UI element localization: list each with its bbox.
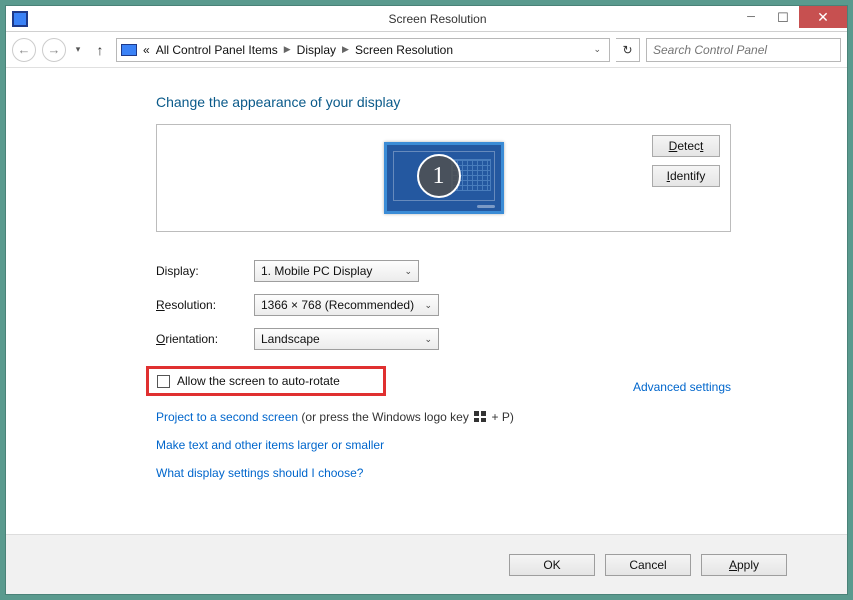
apply-button[interactable]: Apply xyxy=(701,554,787,576)
orientation-select[interactable]: Landscape ⌄ xyxy=(254,328,439,350)
chevron-down-icon: ⌄ xyxy=(424,300,432,311)
advanced-settings-link[interactable]: Advanced settings xyxy=(633,380,731,394)
monitor-number: 1 xyxy=(433,163,445,190)
display-value: 1. Mobile PC Display xyxy=(261,264,372,278)
resolution-label: Resolution: xyxy=(156,298,254,312)
window: Screen Resolution ─ ☐ ✕ ← → ▾ ↑ « All Co… xyxy=(5,5,848,595)
display-label: Display: xyxy=(156,264,254,278)
monitor-thumbnail[interactable]: 1 xyxy=(384,142,504,214)
windows-key-icon xyxy=(474,411,486,422)
page-title: Change the appearance of your display xyxy=(156,94,731,110)
project-hint-tail: + P) xyxy=(492,410,514,424)
window-title: Screen Resolution xyxy=(28,12,847,26)
make-text-larger-link[interactable]: Make text and other items larger or smal… xyxy=(156,438,384,452)
app-icon xyxy=(12,11,28,27)
up-button[interactable]: ↑ xyxy=(90,38,110,62)
resolution-value: 1366 × 768 (Recommended) xyxy=(261,298,414,312)
history-dropdown[interactable]: ▾ xyxy=(72,38,84,62)
display-icon xyxy=(121,44,137,56)
back-button[interactable]: ← xyxy=(12,38,36,62)
display-preview-box: 1 Detect Identify Detect Identify xyxy=(156,124,731,232)
titlebar: Screen Resolution ─ ☐ ✕ xyxy=(6,6,847,32)
orientation-value: Landscape xyxy=(261,332,320,346)
content-area: Change the appearance of your display 1 … xyxy=(6,68,847,480)
orientation-label: Orientation: xyxy=(156,332,254,346)
maximize-button[interactable]: ☐ xyxy=(767,6,799,28)
cancel-button[interactable]: Cancel xyxy=(605,554,691,576)
chevron-down-icon: ⌄ xyxy=(424,334,432,345)
breadcrumb-item[interactable]: Screen Resolution xyxy=(355,43,453,57)
address-box[interactable]: « All Control Panel Items ▶ Display ▶ Sc… xyxy=(116,38,610,62)
close-button[interactable]: ✕ xyxy=(799,6,847,28)
breadcrumb-item[interactable]: All Control Panel Items xyxy=(156,43,278,57)
autorotate-checkbox[interactable] xyxy=(157,375,170,388)
resolution-select[interactable]: 1366 × 768 (Recommended) ⌄ xyxy=(254,294,439,316)
identify-button[interactable]: Identify xyxy=(652,165,720,187)
search-input[interactable] xyxy=(646,38,841,62)
breadcrumb-item[interactable]: Display xyxy=(297,43,336,57)
detect-button[interactable]: Detect xyxy=(652,135,720,157)
project-hint-text: (or press the Windows logo key xyxy=(301,410,472,424)
address-bar-row: ← → ▾ ↑ « All Control Panel Items ▶ Disp… xyxy=(6,32,847,68)
window-controls: ─ ☐ ✕ xyxy=(735,6,847,28)
breadcrumb-separator: ▶ xyxy=(284,44,291,55)
address-dropdown-icon[interactable]: ⌄ xyxy=(593,44,601,55)
refresh-button[interactable]: ↻ xyxy=(616,38,640,62)
autorotate-highlight: Allow the screen to auto-rotate xyxy=(146,366,386,396)
chevron-down-icon: ⌄ xyxy=(404,266,412,277)
minimize-button[interactable]: ─ xyxy=(735,6,767,28)
what-settings-link[interactable]: What display settings should I choose? xyxy=(156,466,363,480)
forward-button[interactable]: → xyxy=(42,38,66,62)
display-select[interactable]: 1. Mobile PC Display ⌄ xyxy=(254,260,419,282)
project-second-screen-link[interactable]: Project to a second screen xyxy=(156,410,298,424)
autorotate-label: Allow the screen to auto-rotate xyxy=(177,374,340,388)
ok-button[interactable]: OK xyxy=(509,554,595,576)
breadcrumb-separator: ▶ xyxy=(342,44,349,55)
footer: OK Cancel Apply Apply xyxy=(6,534,847,594)
breadcrumb-prefix: « xyxy=(143,43,150,57)
